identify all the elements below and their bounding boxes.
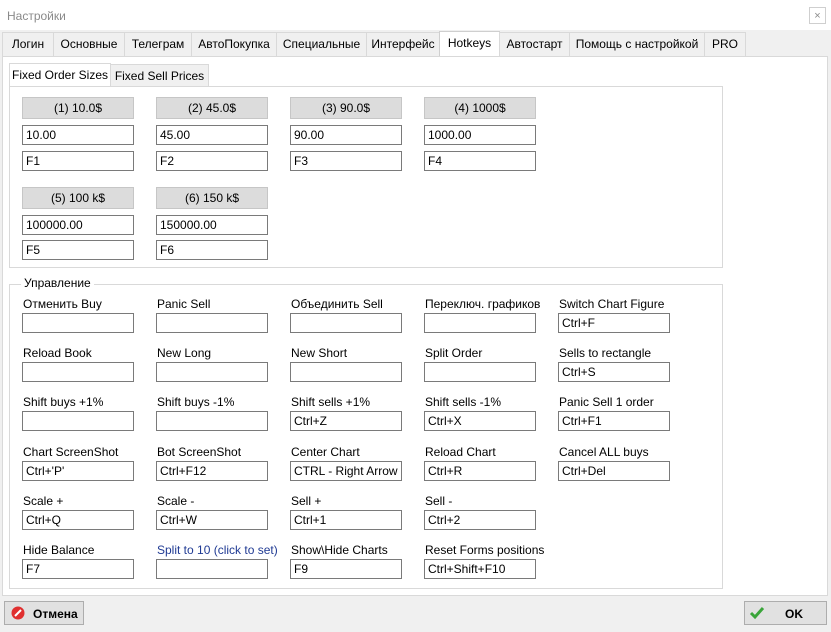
hotkey-field[interactable] <box>156 362 268 382</box>
hotkey-field[interactable] <box>156 411 268 431</box>
order-size-button-4[interactable]: (4) 1000$ <box>424 97 536 119</box>
hotkey-field[interactable]: Ctrl+Z <box>290 411 402 431</box>
order-size-button-2[interactable]: (2) 45.0$ <box>156 97 268 119</box>
hotkey-field[interactable] <box>290 362 402 382</box>
hotkey-label: Shift sells +1% <box>291 395 371 409</box>
hotkey-field[interactable]: Ctrl+Del <box>558 461 670 481</box>
hotkey-field[interactable]: Ctrl+Shift+F10 <box>424 559 536 579</box>
hotkey-label: Shift buys +1% <box>23 395 104 409</box>
hotkey-field[interactable] <box>22 411 134 431</box>
tab-general[interactable]: Основные <box>53 32 125 56</box>
hotkey-field[interactable]: Ctrl+Q <box>22 510 134 530</box>
hotkey-label: Cancel ALL buys <box>559 445 649 459</box>
cancel-label: Отмена <box>33 607 78 621</box>
hotkey-label: Reload Book <box>23 346 92 360</box>
hotkey-label: Sell - <box>425 494 453 508</box>
tab-interface[interactable]: Интерфейс <box>366 32 440 56</box>
hotkey-label: Show\Hide Charts <box>291 543 388 557</box>
hotkey-label: Shift sells -1% <box>425 395 502 409</box>
subtab-fixed-sell-prices[interactable]: Fixed Sell Prices <box>110 64 209 87</box>
hotkey-label: Panic Sell <box>157 297 211 311</box>
order-size-hotkey-5[interactable]: F5 <box>22 240 134 260</box>
order-size-button-6[interactable]: (6) 150 k$ <box>156 187 268 209</box>
hotkey-label: Split Order <box>425 346 483 360</box>
order-size-hotkey-4[interactable]: F4 <box>424 151 536 171</box>
order-size-value-4[interactable]: 1000.00 <box>424 125 536 145</box>
cancel-button[interactable]: Отмена <box>4 601 84 625</box>
hotkey-field[interactable]: Ctrl+F1 <box>558 411 670 431</box>
hotkey-field[interactable]: F7 <box>22 559 134 579</box>
hotkey-field[interactable] <box>156 559 268 579</box>
order-size-value-6[interactable]: 150000.00 <box>156 215 268 235</box>
hotkey-label: New Long <box>157 346 212 360</box>
tab-special[interactable]: Специальные <box>276 32 367 56</box>
hotkey-field[interactable] <box>22 362 134 382</box>
order-size-hotkey-1[interactable]: F1 <box>22 151 134 171</box>
hotkey-label: Scale + <box>23 494 64 508</box>
hotkey-label: New Short <box>291 346 348 360</box>
tab-autobuy[interactable]: АвтоПокупка <box>191 32 277 56</box>
order-size-button-3[interactable]: (3) 90.0$ <box>290 97 402 119</box>
hotkey-label: Bot ScreenShot <box>157 445 242 459</box>
subtab-fixed-order-sizes[interactable]: Fixed Order Sizes <box>9 63 111 87</box>
hotkey-field[interactable]: CTRL - Right Arrow <box>290 461 402 481</box>
hotkey-label: Panic Sell 1 order <box>559 395 654 409</box>
checkmark-icon <box>749 607 765 620</box>
hotkey-field[interactable] <box>290 313 402 333</box>
hotkey-label: Hide Balance <box>23 543 95 557</box>
hotkey-field[interactable]: Ctrl+1 <box>290 510 402 530</box>
hotkey-label: Center Chart <box>291 445 360 459</box>
hotkey-label: Reload Chart <box>425 445 496 459</box>
tab-hotkeys[interactable]: Hotkeys <box>439 31 500 57</box>
order-size-value-1[interactable]: 10.00 <box>22 125 134 145</box>
order-size-button-5[interactable]: (5) 100 k$ <box>22 187 134 209</box>
hotkey-field[interactable]: Ctrl+'P' <box>22 461 134 481</box>
hotkey-label: Switch Chart Figure <box>559 297 665 311</box>
control-group-title: Управление <box>21 276 94 290</box>
hotkey-field[interactable]: Ctrl+W <box>156 510 268 530</box>
order-size-value-2[interactable]: 45.00 <box>156 125 268 145</box>
hotkey-field[interactable] <box>424 313 536 333</box>
hotkey-label: Chart ScreenShot <box>23 445 119 459</box>
hotkey-label: Reset Forms positions <box>425 543 545 557</box>
hotkey-label: Объединить Sell <box>291 297 383 311</box>
hotkey-field[interactable]: F9 <box>290 559 402 579</box>
hotkey-field[interactable]: Ctrl+S <box>558 362 670 382</box>
window-title: Настройки <box>7 9 66 23</box>
tab-autostart[interactable]: Автостарт <box>499 32 570 56</box>
hotkey-label: Scale - <box>157 494 195 508</box>
hotkey-label: Shift buys -1% <box>157 395 235 409</box>
hotkey-field[interactable] <box>22 313 134 333</box>
title-bar: Настройки × <box>0 0 831 30</box>
hotkey-label: Sells to rectangle <box>559 346 652 360</box>
order-size-hotkey-2[interactable]: F2 <box>156 151 268 171</box>
tab-pro[interactable]: PRO <box>704 32 746 56</box>
hotkey-label: Переключ. графиков <box>425 297 541 311</box>
hotkey-field[interactable]: Ctrl+F12 <box>156 461 268 481</box>
close-button[interactable]: × <box>809 7 826 24</box>
hotkey-field[interactable] <box>156 313 268 333</box>
split-to-10-link[interactable]: Split to 10 (click to set) <box>157 543 278 557</box>
order-size-hotkey-3[interactable]: F3 <box>290 151 402 171</box>
hotkey-field[interactable]: Ctrl+X <box>424 411 536 431</box>
cancel-icon <box>11 606 25 620</box>
hotkey-field[interactable]: Ctrl+R <box>424 461 536 481</box>
order-size-value-5[interactable]: 100000.00 <box>22 215 134 235</box>
hotkey-label: Отменить Buy <box>23 297 102 311</box>
tab-telegram[interactable]: Телеграм <box>124 32 192 56</box>
order-size-value-3[interactable]: 90.00 <box>290 125 402 145</box>
hotkey-field[interactable]: Ctrl+2 <box>424 510 536 530</box>
order-size-hotkey-6[interactable]: F6 <box>156 240 268 260</box>
ok-label: OK <box>785 607 803 621</box>
tab-login[interactable]: Логин <box>2 32 54 56</box>
tab-setup-help[interactable]: Помощь с настройкой <box>569 32 705 56</box>
hotkey-label: Sell + <box>291 494 322 508</box>
hotkey-field[interactable]: Ctrl+F <box>558 313 670 333</box>
order-size-button-1[interactable]: (1) 10.0$ <box>22 97 134 119</box>
ok-button[interactable]: OK <box>744 601 827 625</box>
hotkey-field[interactable] <box>424 362 536 382</box>
